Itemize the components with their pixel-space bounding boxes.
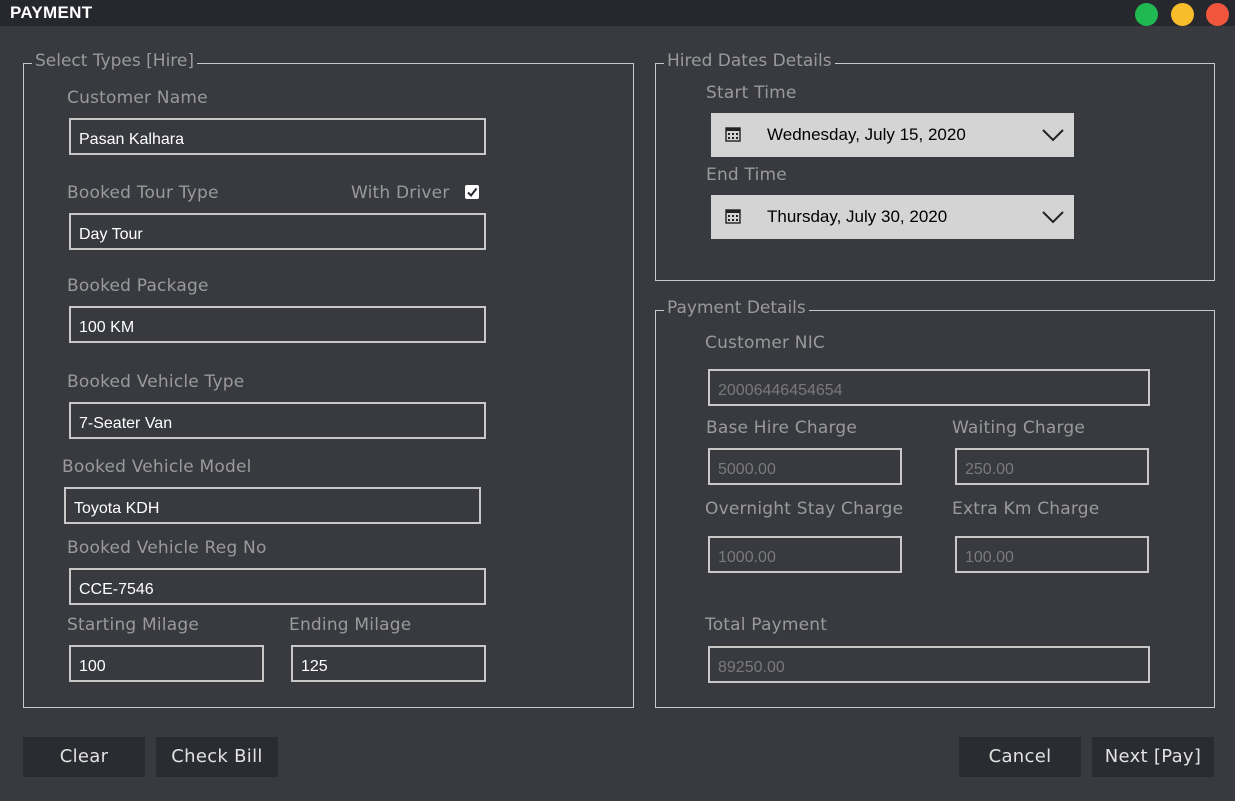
vehicle-model-field[interactable]: Toyota KDH <box>64 487 481 524</box>
customer-nic-label: Customer NIC <box>705 333 825 353</box>
payment-panel-legend: Payment Details <box>664 298 809 318</box>
chevron-down-icon <box>1042 129 1064 142</box>
tour-type-label: Booked Tour Type <box>67 183 219 203</box>
title-bar: PAYMENT <box>0 0 1235 26</box>
maximize-button[interactable] <box>1135 3 1158 26</box>
end-date-value: Thursday, July 30, 2020 <box>767 207 948 226</box>
vehicle-type-field[interactable]: 7-Seater Van <box>69 402 486 439</box>
window-title: PAYMENT <box>10 3 93 22</box>
end-time-label: End Time <box>706 165 787 185</box>
total-payment-label: Total Payment <box>705 615 828 635</box>
ending-milage-label: Ending Milage <box>289 615 412 635</box>
start-date-picker[interactable]: Wednesday, July 15, 2020 <box>711 113 1074 157</box>
check-icon <box>467 187 478 198</box>
vehicle-reg-label: Booked Vehicle Reg No <box>67 538 267 558</box>
package-field[interactable]: 100 KM <box>69 306 486 343</box>
close-button[interactable] <box>1206 3 1229 26</box>
with-driver-label: With Driver <box>351 183 450 203</box>
extra-km-charge-field[interactable]: 100.00 <box>955 536 1149 573</box>
customer-nic-field[interactable]: 20006446454654 <box>708 369 1150 406</box>
next-pay-button[interactable]: Next [Pay] <box>1092 737 1214 777</box>
vehicle-model-label: Booked Vehicle Model <box>62 457 252 477</box>
vehicle-type-label: Booked Vehicle Type <box>67 372 245 392</box>
base-hire-charge-field[interactable]: 5000.00 <box>708 448 902 485</box>
overnight-stay-charge-label: Overnight Stay Charge <box>705 499 904 519</box>
check-bill-button[interactable]: Check Bill <box>156 737 278 777</box>
calendar-icon <box>725 127 741 142</box>
calendar-icon <box>725 209 741 224</box>
dates-panel-legend: Hired Dates Details <box>664 51 835 71</box>
total-payment-field[interactable]: 89250.00 <box>708 646 1150 683</box>
hire-panel-legend: Select Types [Hire] <box>32 51 198 71</box>
waiting-charge-label: Waiting Charge <box>952 418 1086 438</box>
starting-milage-label: Starting Milage <box>67 615 200 635</box>
vehicle-reg-field[interactable]: CCE-7546 <box>69 568 486 605</box>
waiting-charge-field[interactable]: 250.00 <box>955 448 1149 485</box>
minimize-button[interactable] <box>1171 3 1194 26</box>
extra-km-charge-label: Extra Km Charge <box>952 499 1100 519</box>
overnight-stay-charge-field[interactable]: 1000.00 <box>708 536 902 573</box>
customer-name-label: Customer Name <box>67 88 208 108</box>
start-date-value: Wednesday, July 15, 2020 <box>767 125 966 144</box>
start-time-label: Start Time <box>706 83 797 103</box>
clear-button[interactable]: Clear <box>23 737 145 777</box>
package-label: Booked Package <box>67 276 209 296</box>
chevron-down-icon <box>1042 211 1064 224</box>
tour-type-field[interactable]: Day Tour <box>69 213 486 250</box>
with-driver-checkbox[interactable] <box>465 185 479 199</box>
starting-milage-field[interactable]: 100 <box>69 645 264 682</box>
base-hire-charge-label: Base Hire Charge <box>706 418 857 438</box>
cancel-button[interactable]: Cancel <box>959 737 1081 777</box>
customer-name-field[interactable]: Pasan Kalhara <box>69 118 486 155</box>
ending-milage-field[interactable]: 125 <box>291 645 486 682</box>
end-date-picker[interactable]: Thursday, July 30, 2020 <box>711 195 1074 239</box>
